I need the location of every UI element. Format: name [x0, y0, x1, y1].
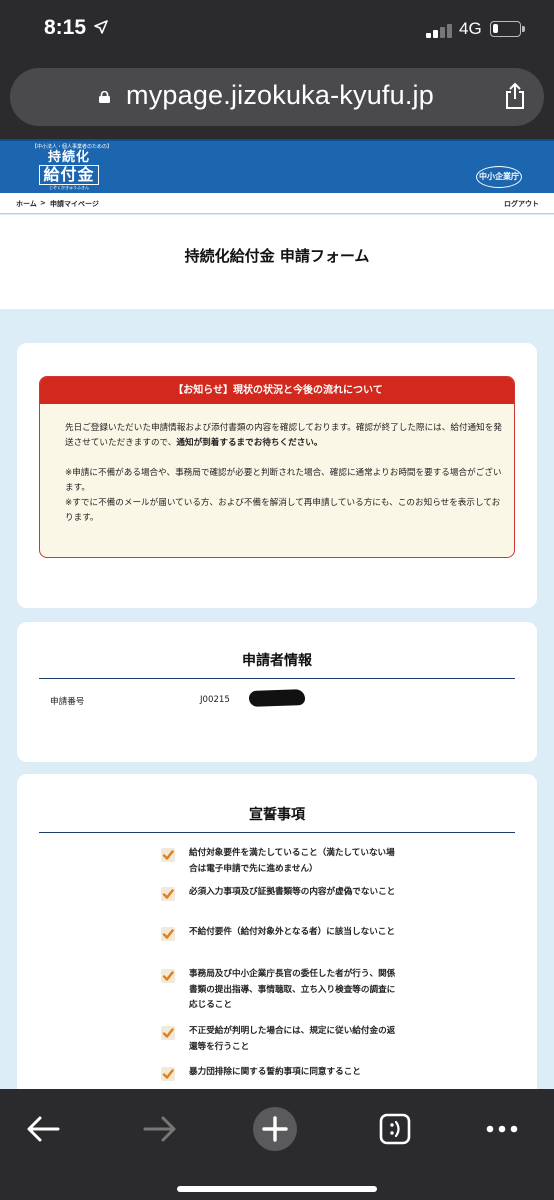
browser-toolbar [0, 1089, 554, 1200]
logo-line2: 給付金 [39, 165, 99, 185]
oath-card: 宣誓事項 給付対象要件を満たしていること（満たしていない場合は電子申請で先に進め… [17, 774, 537, 1089]
checkmark-icon [162, 889, 174, 899]
new-tab-icon[interactable] [253, 1107, 297, 1151]
url-bar[interactable]: mypage.jizokuka-kyufu.jp [10, 68, 544, 126]
checkmark-icon [162, 1028, 174, 1038]
oath-item-label: 不給付要件（給付対象外となる者）に該当しないこと [189, 927, 395, 937]
browser-top-chrome: 8:15 4G mypage.jizokuka-kyufu.jp [0, 0, 554, 139]
checkmark-icon [162, 850, 174, 860]
oath-item-label: 事務局及び中小企業庁長官の委任した者が行う、関係書類の提出指導、事情聴取、立ち入… [189, 969, 396, 1010]
oath-item-label: 必須入力事項及び証拠書類等の内容が虚偽でないこと [189, 887, 396, 897]
breadcrumb-current: 申請マイページ [50, 200, 99, 208]
oath-checkbox[interactable] [161, 848, 175, 862]
logo-ruby: じぞくかきゅうふきん [49, 185, 89, 190]
notice-body: 先日ご登録いただいた申請情報および添付書類の内容を確認しております。確認が終了し… [65, 421, 505, 526]
share-icon[interactable] [503, 82, 527, 110]
home-indicator [177, 1186, 377, 1192]
notice-card: 【お知らせ】現状の状況と今後の流れについて 先日ご登録いただいた申請情報および添… [17, 343, 537, 608]
breadcrumb-home-link[interactable]: ホーム [16, 199, 37, 209]
url-text[interactable]: mypage.jizokuka-kyufu.jp [126, 80, 434, 111]
oath-item-label: 給付対象要件を満たしていること（満たしていない場合は電子申請で先に進めません） [189, 848, 395, 874]
checkmark-icon [162, 1069, 174, 1079]
battery-icon [490, 21, 525, 37]
signal-icon [426, 24, 454, 38]
oath-checkbox[interactable] [161, 927, 175, 941]
tabs-icon[interactable] [373, 1107, 417, 1151]
notice-box: 【お知らせ】現状の状況と今後の流れについて 先日ご登録いただいた申請情報および添… [39, 376, 515, 558]
status-time: 8:15 [44, 16, 87, 39]
logo-line1: 持続化 [47, 150, 90, 165]
status-bar: 8:15 4G [0, 0, 554, 60]
battery-level [493, 24, 498, 33]
agency-logo: 中小企業庁 [476, 166, 522, 188]
oath-checkbox[interactable] [161, 1067, 175, 1081]
oath-item-label: 暴力団排除に関する誓約事項に同意すること [189, 1067, 361, 1077]
notice-emphasis: 通知が到着するまでお待ちください。 [176, 438, 323, 448]
forward-icon[interactable] [137, 1107, 181, 1151]
location-arrow-icon [94, 20, 108, 34]
notice-paragraph-1: 先日ご登録いただいた申請情報および添付書類の内容を確認しております。確認が終了し… [65, 421, 505, 451]
oath-checkbox[interactable] [161, 969, 175, 983]
oath-checkbox[interactable] [161, 1026, 175, 1040]
notice-paragraph-3: ※すでに不備のメールが届いている方、および不備を解消して再申請している方にも、こ… [65, 498, 501, 523]
web-page: 【中小法人・個人事業者のための】 持続化 給付金 じぞくかきゅうふきん 中小企業… [0, 139, 554, 1089]
notice-paragraph-2: ※申請に不備がある場合や、事務局で確認が必要と判断された場合、確認に通常よりお時… [65, 468, 502, 493]
breadcrumb: ホーム > 申請マイページ ログアウト [0, 193, 554, 214]
lock-icon [99, 91, 110, 103]
title-section: 持続化給付金 申請フォーム [0, 215, 554, 309]
site-logo[interactable]: 【中小法人・個人事業者のための】 持続化 給付金 じぞくかきゅうふきん [32, 144, 112, 191]
logout-link[interactable]: ログアウト [504, 199, 539, 209]
notice-heading: 【お知らせ】現状の状況と今後の流れについて [40, 377, 514, 404]
more-icon[interactable] [480, 1107, 524, 1151]
oath-checkbox[interactable] [161, 887, 175, 901]
checkmark-icon [162, 971, 174, 981]
redaction-mark [248, 689, 306, 707]
application-number-value: J00215 [200, 695, 230, 705]
network-type: 4G [459, 19, 482, 38]
breadcrumb-separator: > [40, 199, 46, 207]
oath-item-label: 不正受給が判明した場合には、規定に従い給付金の返還等を行うこと [189, 1026, 396, 1052]
applicant-section-title: 申請者情報 [39, 650, 515, 679]
application-number-label: 申請番号 [50, 697, 85, 707]
applicant-card: 申請者情報 申請番号 J00215 [17, 622, 537, 762]
site-header: 【中小法人・個人事業者のための】 持続化 給付金 じぞくかきゅうふきん 中小企業… [0, 139, 554, 193]
oath-section-title: 宣誓事項 [39, 804, 515, 833]
back-icon[interactable] [22, 1107, 66, 1151]
checkmark-icon [162, 929, 174, 939]
page-title: 持続化給付金 申請フォーム [184, 247, 370, 265]
